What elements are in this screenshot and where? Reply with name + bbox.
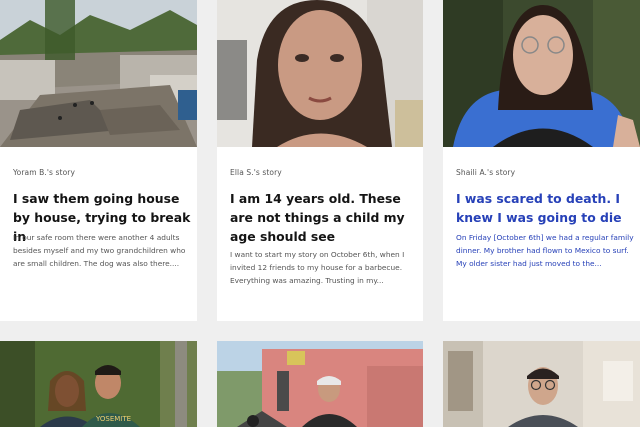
- person-kitchen-photo[interactable]: [443, 341, 640, 427]
- story-excerpt: In our safe room there were another 4 ad…: [13, 233, 186, 268]
- story-card-5[interactable]: [217, 341, 423, 427]
- story-excerpt: On Friday [October 6th] we had a regular…: [456, 233, 634, 268]
- story-card-ella[interactable]: Ella S.'s story I am 14 years old. These…: [217, 0, 423, 321]
- story-title[interactable]: I was scared to death. I knew I was goin…: [456, 189, 636, 227]
- destroyed-street-photo[interactable]: [0, 0, 197, 147]
- story-card-yoram[interactable]: Yoram B.'s story I saw them going house …: [0, 0, 197, 321]
- woman-glasses-photo[interactable]: [443, 0, 640, 147]
- story-author: Shaili A.'s story: [456, 168, 516, 177]
- story-excerpt: I want to start my story on October 6th,…: [230, 250, 405, 285]
- story-card-4[interactable]: YOSEMITE: [0, 341, 197, 427]
- story-grid: Yoram B.'s story I saw them going house …: [0, 0, 640, 427]
- story-author: Ella S.'s story: [230, 168, 282, 177]
- story-card-6[interactable]: [443, 341, 640, 427]
- story-card-shaili[interactable]: Shaili A.'s story I was scared to death.…: [443, 0, 640, 321]
- story-title[interactable]: I am 14 years old. These are not things …: [230, 189, 410, 246]
- svg-text:YOSEMITE: YOSEMITE: [95, 415, 131, 423]
- story-author: Yoram B.'s story: [13, 168, 75, 177]
- couple-outdoors-photo[interactable]: YOSEMITE: [0, 341, 197, 427]
- girl-selfie-photo[interactable]: [217, 0, 423, 147]
- man-pink-house-photo[interactable]: [217, 341, 423, 427]
